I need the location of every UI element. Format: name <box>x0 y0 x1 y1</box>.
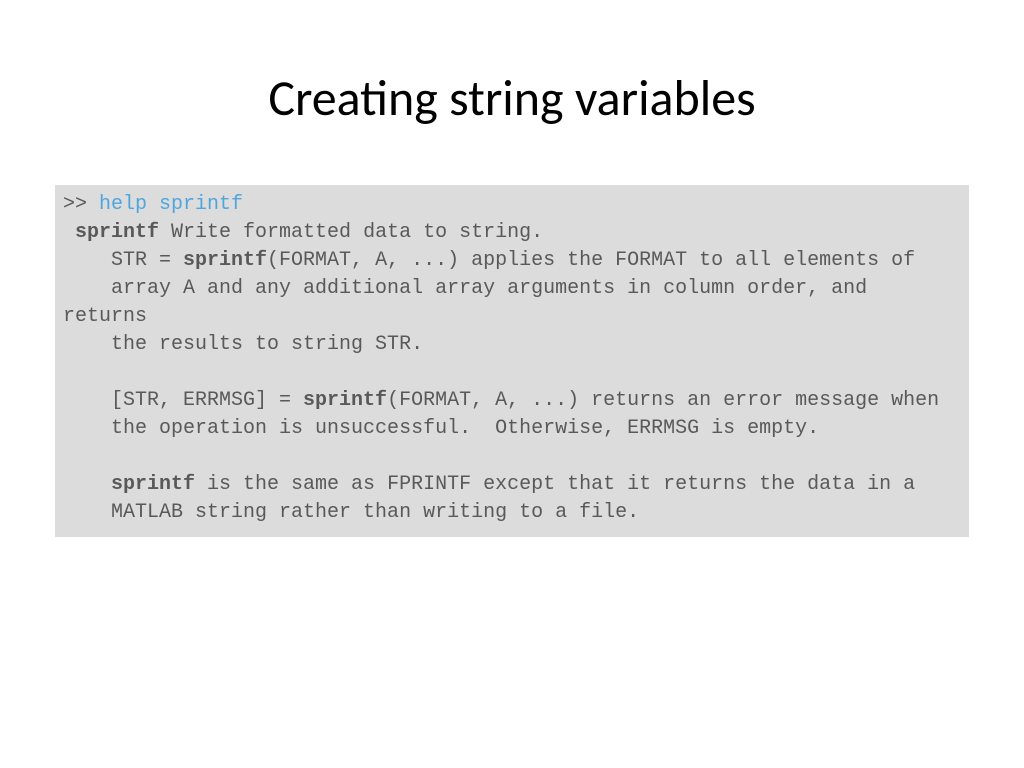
code-blank <box>63 361 75 384</box>
code-text: MATLAB string rather than writing to a f… <box>63 501 639 524</box>
sprintf-keyword: sprintf <box>111 473 195 496</box>
code-text: STR = <box>63 249 183 272</box>
code-text <box>63 473 111 496</box>
code-text: array A and any additional array argumen… <box>63 277 879 328</box>
slide: Creating string variables >> help sprint… <box>0 0 1024 768</box>
code-text: [STR, ERRMSG] = <box>63 389 303 412</box>
help-command: help sprintf <box>99 193 243 216</box>
code-text: Write formatted data to string. <box>159 221 543 244</box>
code-text <box>63 221 75 244</box>
code-text: (FORMAT, A, ...) applies the FORMAT to a… <box>267 249 915 272</box>
code-block: >> help sprintf sprintf Write formatted … <box>55 185 969 537</box>
sprintf-keyword: sprintf <box>303 389 387 412</box>
code-text: the results to string STR. <box>63 333 423 356</box>
code-text: (FORMAT, A, ...) returns an error messag… <box>387 389 939 412</box>
prompt-symbol: >> <box>63 193 99 216</box>
code-blank <box>63 445 75 468</box>
slide-title: Creating string variables <box>0 0 1024 185</box>
code-text: the operation is unsuccessful. Otherwise… <box>63 417 819 440</box>
code-text: is the same as FPRINTF except that it re… <box>195 473 915 496</box>
sprintf-keyword: sprintf <box>75 221 159 244</box>
sprintf-keyword: sprintf <box>183 249 267 272</box>
